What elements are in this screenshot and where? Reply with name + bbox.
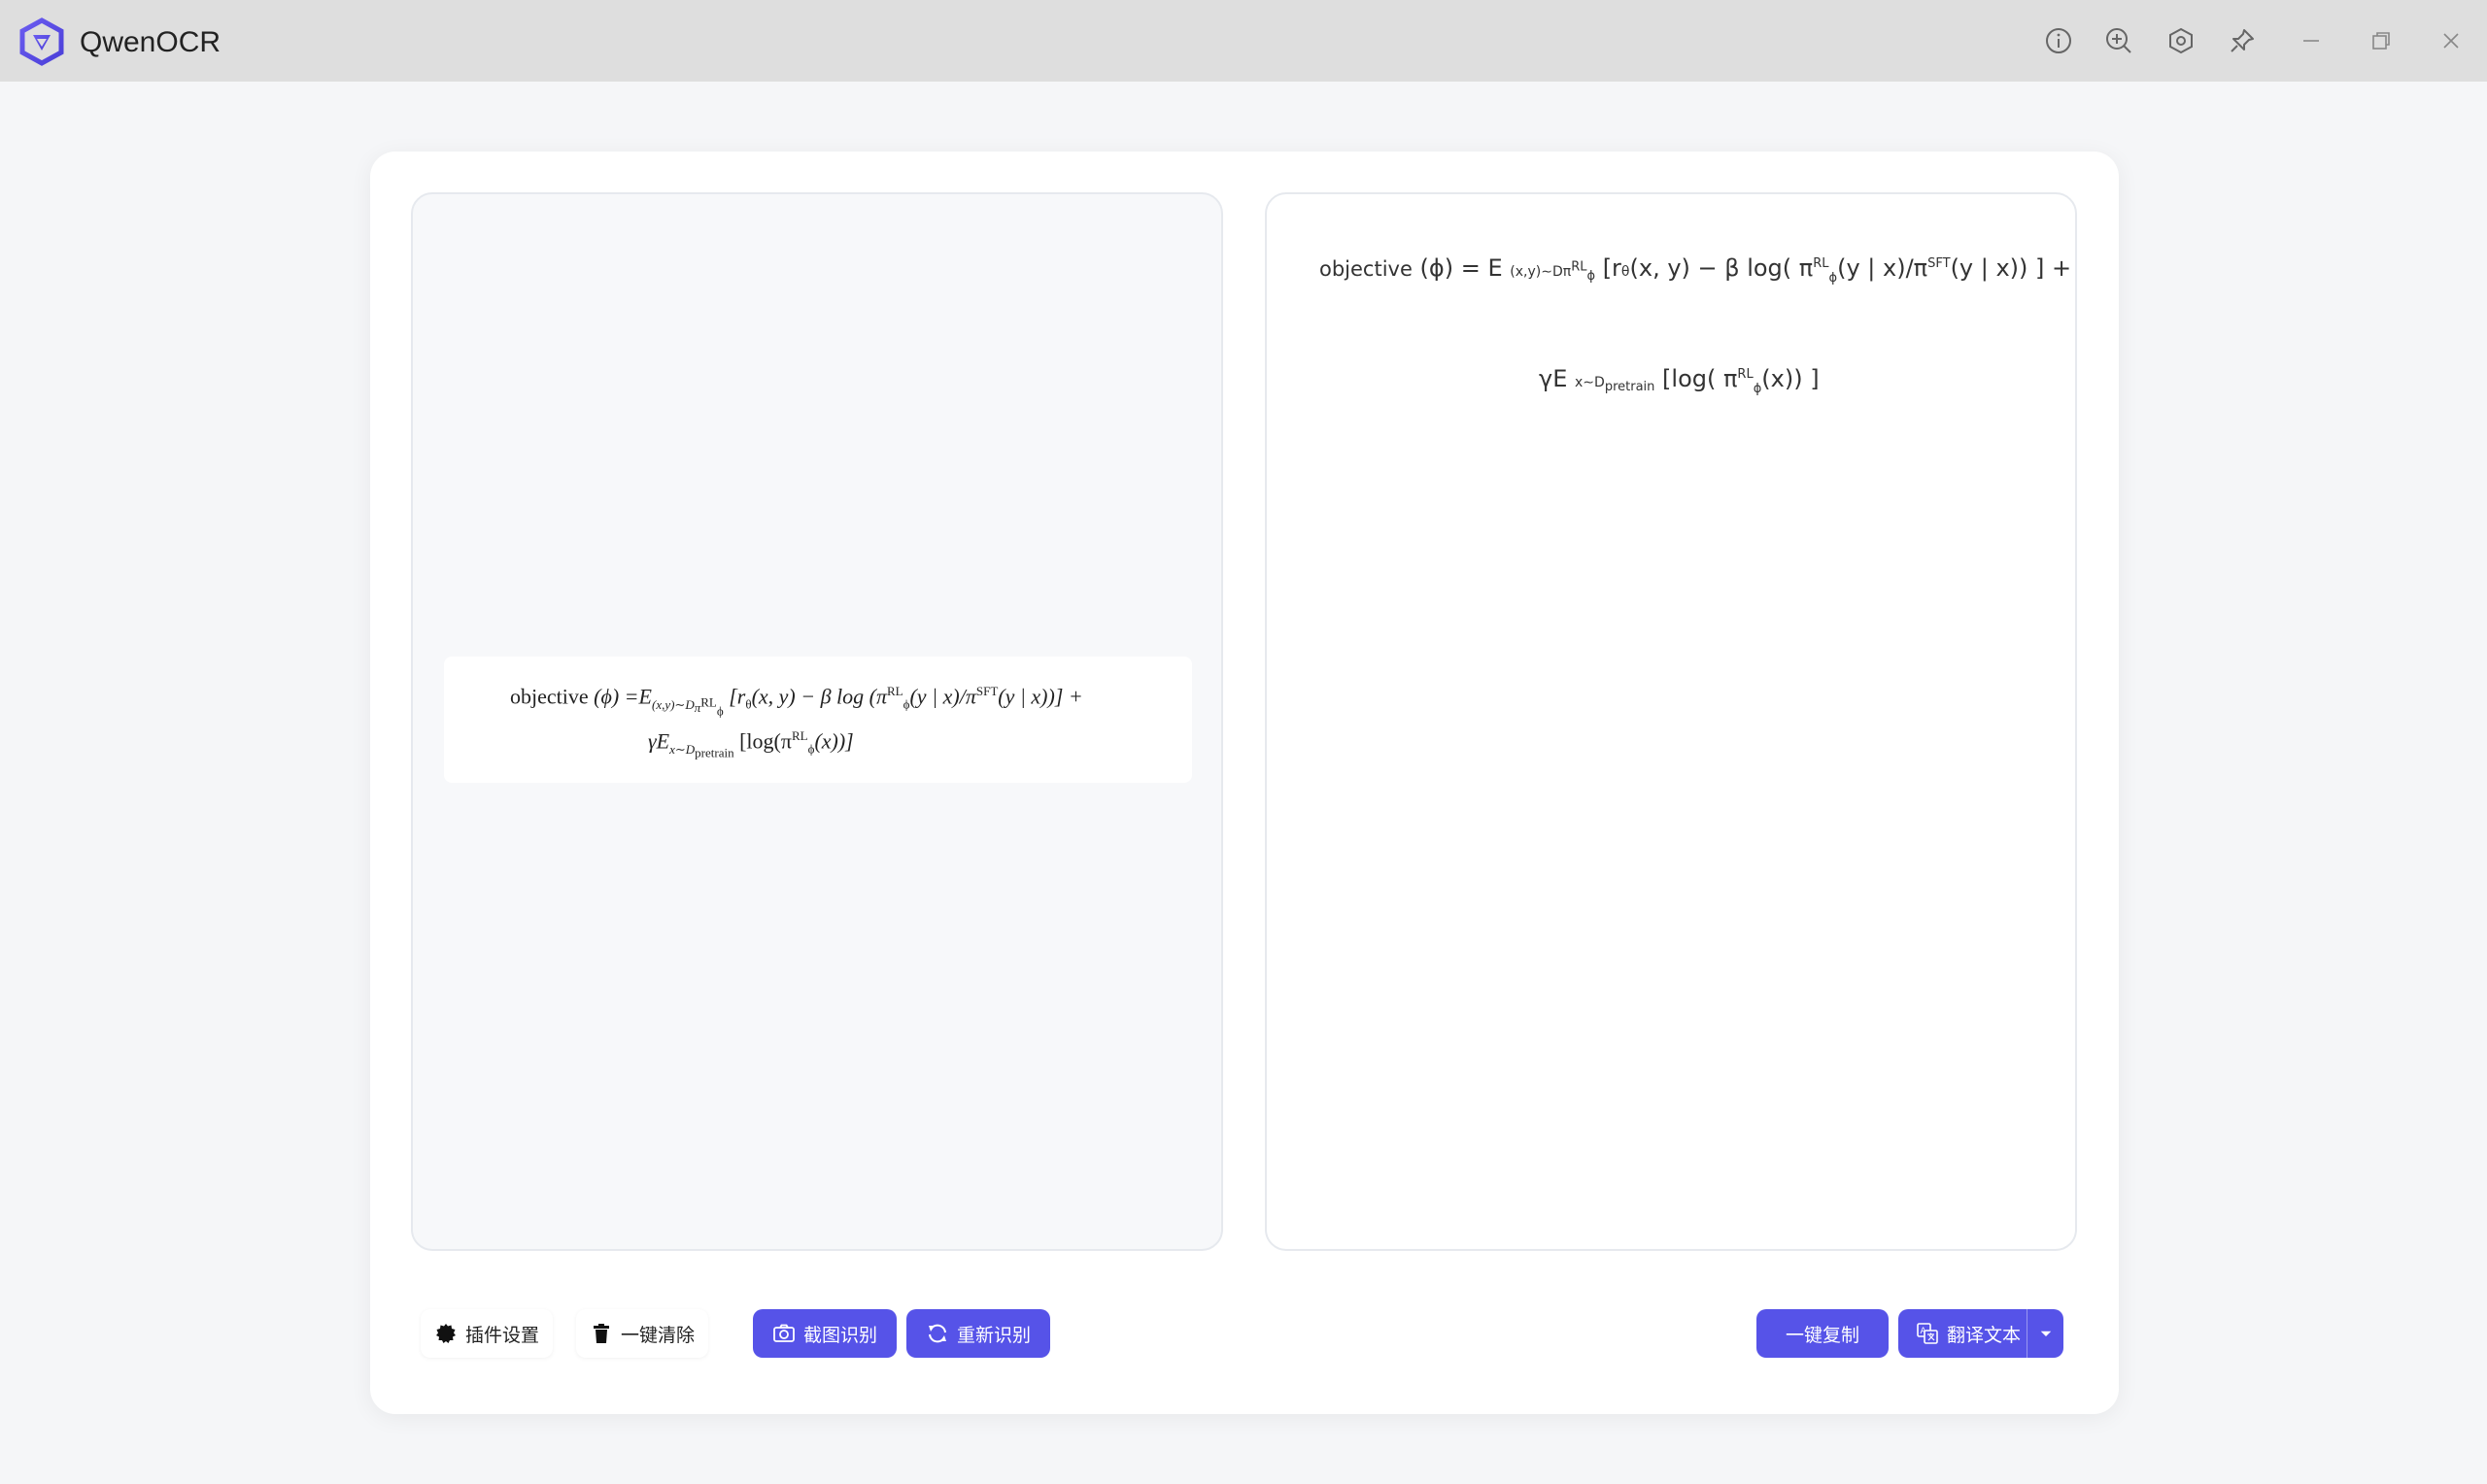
gear-icon (435, 1324, 456, 1343)
zoom-in-icon[interactable] (2101, 23, 2136, 58)
pin-icon[interactable] (2225, 23, 2260, 58)
info-icon[interactable] (2041, 23, 2076, 58)
re-recognize-button[interactable]: 重新识别 (906, 1309, 1050, 1358)
camera-icon (773, 1324, 795, 1342)
result-formula-line-1[interactable]: objective (ϕ) = E (x,y)∼DπRLϕ [rθ(x, y) … (1319, 254, 2071, 286)
image-panel[interactable]: objective (ϕ) =E(x,y)∼DπRLϕ [rθ(x, y) − … (411, 192, 1223, 1251)
screenshot-image: objective (ϕ) =E(x,y)∼DπRLϕ [rθ(x, y) − … (444, 657, 1192, 783)
restore-icon[interactable] (2364, 23, 2399, 58)
copy-all-button[interactable]: 一键复制 (1756, 1309, 1889, 1358)
main-card: objective (ϕ) =E(x,y)∼DπRLϕ [rθ(x, y) − … (370, 152, 2119, 1414)
image-formula-line-2: γEx∼Dpretrain [log(πRLϕ(x))] (648, 728, 854, 760)
image-formula-line-1: objective (ϕ) =E(x,y)∼DπRLϕ [rθ(x, y) − … (510, 684, 1083, 719)
screenshot-ocr-button[interactable]: 截图识别 (753, 1309, 897, 1358)
result-formula-line-2[interactable]: γE x∼Dpretrain [log( πRLϕ(x)) ] (1539, 365, 1820, 396)
qwen-logo-icon (19, 17, 64, 66)
trash-icon (593, 1324, 609, 1343)
caret-down-icon (2040, 1331, 2051, 1336)
close-icon[interactable] (2434, 23, 2469, 58)
translate-dropdown-toggle[interactable] (2027, 1309, 2063, 1358)
refresh-icon (928, 1324, 946, 1343)
translate-icon: A (1917, 1323, 1938, 1344)
result-panel[interactable]: objective (ϕ) = E (x,y)∼DπRLϕ [rθ(x, y) … (1265, 192, 2077, 1251)
settings-hex-icon[interactable] (2163, 23, 2198, 58)
clear-all-button[interactable]: 一键清除 (576, 1309, 708, 1358)
minimize-icon[interactable] (2294, 23, 2329, 58)
app-title: QwenOCR (80, 26, 221, 58)
translate-text-button[interactable]: A 翻译文本 (1898, 1309, 2063, 1358)
plugin-settings-button[interactable]: 插件设置 (421, 1309, 553, 1358)
title-bar: QwenOCR (0, 0, 2487, 82)
